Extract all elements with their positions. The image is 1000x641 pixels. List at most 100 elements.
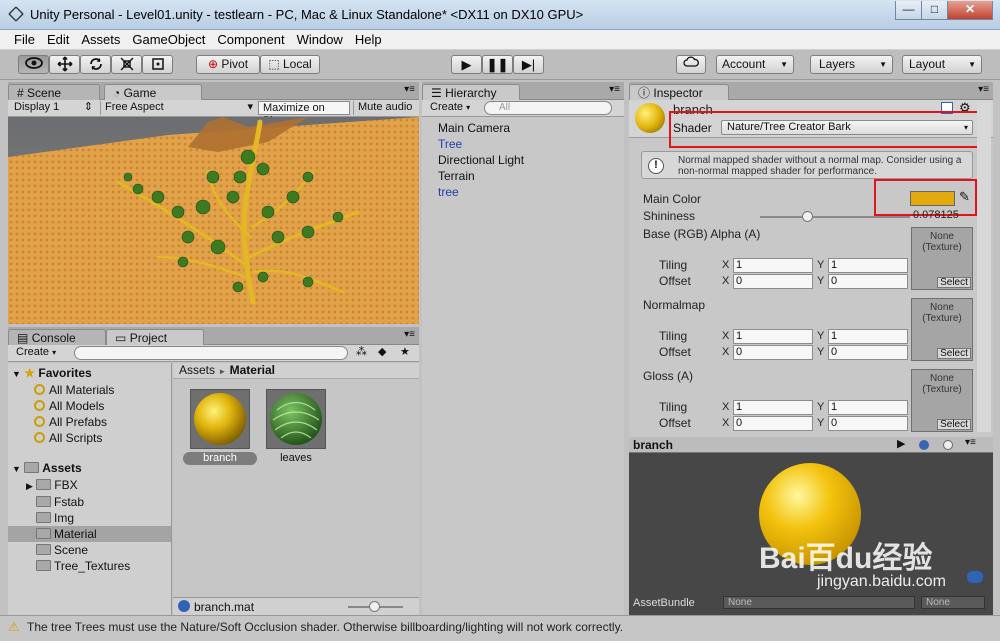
menu-window[interactable]: Window — [291, 30, 349, 49]
breadcrumb-current[interactable]: Material — [230, 363, 275, 377]
asset-tile-branch[interactable]: branch — [183, 389, 257, 465]
menu-help[interactable]: Help — [349, 30, 388, 49]
create-label: Create — [16, 346, 50, 358]
offset-x-field[interactable]: 0 — [733, 416, 813, 431]
tiling-y-field[interactable]: 1 — [828, 400, 908, 415]
preview-play-icon[interactable]: ▶ — [897, 437, 905, 450]
menu-gameobject[interactable]: GameObject — [126, 30, 211, 49]
mute-audio-toggle[interactable]: Mute audio — [353, 101, 419, 115]
assetbundle-dropdown[interactable]: None — [723, 596, 915, 609]
label-tag-icon[interactable] — [967, 571, 983, 583]
play-button[interactable]: ▶ — [451, 55, 482, 74]
minimize-button[interactable]: — — [895, 1, 922, 20]
project-create-dropdown[interactable]: Create ▾ — [12, 346, 66, 360]
game-viewport[interactable] — [8, 117, 419, 324]
aspect-label: Free Aspect — [105, 101, 164, 113]
cloud-button[interactable] — [676, 55, 706, 74]
assetbundle-variant-dropdown[interactable]: None — [921, 596, 985, 609]
assets-header[interactable]: ▼ Assets — [8, 446, 171, 477]
hierarchy-item-terrain[interactable]: Terrain — [438, 168, 624, 184]
layout-dropdown[interactable]: Layout ▼ — [902, 55, 982, 74]
favorite-item[interactable]: All Materials — [8, 382, 171, 398]
offset-x-field[interactable]: 0 — [733, 345, 813, 360]
favorite-item[interactable]: All Scripts — [8, 430, 171, 446]
panel-menu-icon[interactable]: ▾≡ — [965, 437, 976, 448]
pivot-toggle[interactable]: ⊕ Pivot — [196, 55, 260, 74]
rect-tool-icon[interactable] — [142, 55, 173, 74]
texture-slot[interactable]: None (Texture) Select — [911, 298, 973, 361]
shininess-slider[interactable] — [760, 216, 910, 218]
panel-menu-icon[interactable]: ▾≡ — [404, 84, 415, 95]
panel-menu-icon[interactable]: ▾≡ — [609, 84, 620, 95]
menu-file[interactable]: File — [8, 30, 41, 49]
favorites-header[interactable]: ▼ ★ Favorites — [8, 363, 171, 382]
hierarchy-item-directional-light[interactable]: Directional Light — [438, 152, 624, 168]
rotate-tool-icon[interactable] — [80, 55, 111, 74]
slider-thumb[interactable] — [369, 601, 380, 612]
favorite-star-icon[interactable]: ★ — [396, 346, 416, 360]
filter-by-label-icon[interactable]: ◆ — [374, 346, 394, 360]
folder-item-fbx[interactable]: ▶ FBX — [8, 477, 171, 494]
create-label: Create — [430, 101, 464, 113]
select-button[interactable]: Select — [937, 277, 971, 288]
shininess-slider-thumb[interactable] — [801, 211, 813, 222]
step-button[interactable]: ▶| — [513, 55, 544, 74]
tiling-y-field[interactable]: 1 — [828, 329, 908, 344]
offset-y-field[interactable]: 0 — [828, 416, 908, 431]
shininess-value[interactable]: 0.078125 — [913, 209, 959, 221]
tiling-x-field[interactable]: 1 — [733, 400, 813, 415]
project-search-input[interactable] — [74, 346, 348, 360]
layers-dropdown[interactable]: Layers ▼ — [810, 55, 893, 74]
scale-tool-icon[interactable] — [111, 55, 142, 74]
tiling-x-field[interactable]: 1 — [733, 258, 813, 273]
texture-slot[interactable]: None (Texture) Select — [911, 227, 973, 290]
folder-item-scene[interactable]: Scene — [8, 542, 171, 558]
texture-slot[interactable]: None (Texture) Select — [911, 369, 973, 432]
select-button[interactable]: Select — [937, 419, 971, 430]
folder-label: Material — [54, 527, 97, 541]
hierarchy-item-main-camera[interactable]: Main Camera — [438, 120, 624, 136]
hierarchy-create-dropdown[interactable]: Create ▾ — [426, 101, 480, 115]
maximize-on-play-toggle[interactable]: Maximize on Play — [258, 101, 350, 127]
hierarchy-item-tree[interactable]: Tree — [438, 136, 624, 152]
aspect-dropdown[interactable]: Free Aspect ▾ — [100, 101, 256, 115]
offset-y-field[interactable]: 0 — [828, 345, 908, 360]
tab-scene[interactable]: # Scene — [8, 84, 100, 101]
folder-item-fstab[interactable]: Fstab — [8, 494, 171, 510]
maximize-button[interactable]: □ — [921, 1, 948, 20]
breadcrumb-root[interactable]: Assets — [179, 363, 215, 377]
star-icon: ★ — [24, 366, 36, 380]
hierarchy-search-input[interactable]: All — [484, 101, 612, 115]
menu-edit[interactable]: Edit — [41, 30, 75, 49]
select-button[interactable]: Select — [937, 348, 971, 359]
pause-button[interactable]: ❚❚ — [482, 55, 513, 74]
tab-console[interactable]: ▤ Console — [8, 329, 106, 346]
favorite-item[interactable]: All Prefabs — [8, 414, 171, 430]
folder-item-material[interactable]: Material — [8, 526, 171, 542]
tiling-y-field[interactable]: 1 — [828, 258, 908, 273]
panel-menu-icon[interactable]: ▾≡ — [404, 329, 415, 340]
local-toggle[interactable]: ⬚ Local — [260, 55, 320, 74]
close-button[interactable]: ✕ — [947, 1, 993, 20]
offset-y-field[interactable]: 0 — [828, 274, 908, 289]
tiling-x-field[interactable]: 1 — [733, 329, 813, 344]
inspector-scrollbar[interactable] — [977, 102, 991, 432]
folder-item-tree-textures[interactable]: Tree_Textures — [8, 558, 171, 574]
display-dropdown[interactable]: Display 1 ⇕ — [10, 101, 96, 115]
move-tool-icon[interactable] — [49, 55, 80, 74]
preview-light-icon[interactable] — [943, 440, 953, 450]
filter-by-type-icon[interactable]: ⁂ — [352, 346, 372, 360]
offset-x-field[interactable]: 0 — [733, 274, 813, 289]
preview-sphere-icon[interactable] — [919, 440, 929, 450]
display-label: Display 1 — [14, 101, 60, 113]
hierarchy-item-tree-prefab[interactable]: tree — [438, 184, 624, 200]
asset-tile-leaves[interactable]: leaves — [259, 389, 333, 465]
panel-menu-icon[interactable]: ▾≡ — [978, 84, 989, 95]
view-tool-eye-icon[interactable] — [18, 55, 49, 74]
menu-assets[interactable]: Assets — [75, 30, 126, 49]
status-bar[interactable]: ⚠ The tree Trees must use the Nature/Sof… — [0, 615, 1000, 641]
account-dropdown[interactable]: Account ▼ — [716, 55, 794, 74]
favorite-item[interactable]: All Models — [8, 398, 171, 414]
folder-item-img[interactable]: Img — [8, 510, 171, 526]
menu-component[interactable]: Component — [211, 30, 290, 49]
